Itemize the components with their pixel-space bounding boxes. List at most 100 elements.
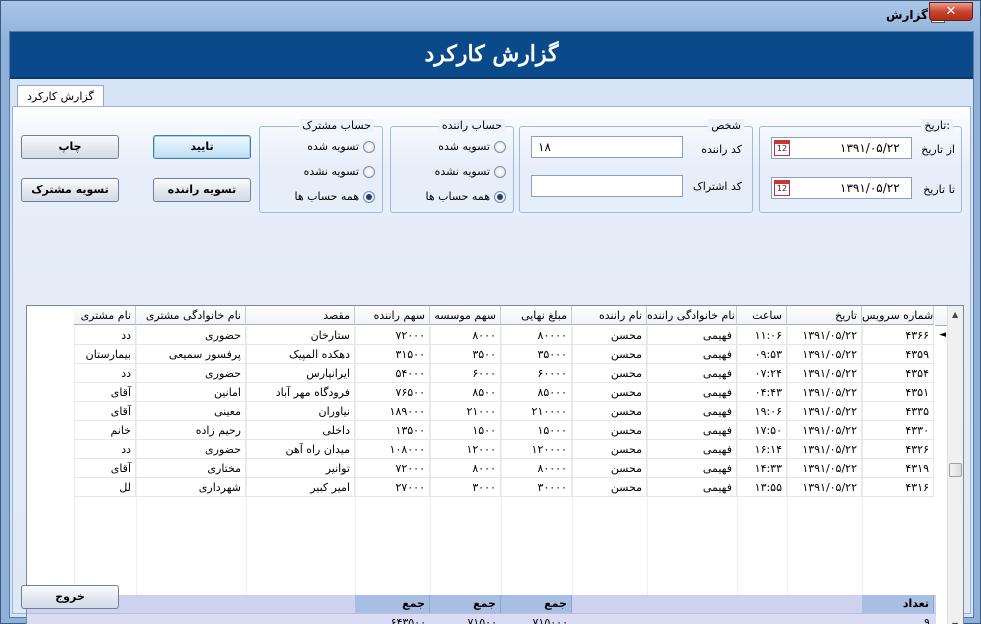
table-cell[interactable]: ۸۰۰۰	[430, 459, 501, 478]
settle-customer-button[interactable]: تسویه مشترک	[21, 178, 119, 202]
settle-driver-button[interactable]: تسویه راننده	[153, 178, 251, 202]
table-cell[interactable]: ۱۳۵۰۰	[355, 421, 430, 440]
table-cell[interactable]: ۵۴۰۰۰	[355, 364, 430, 383]
radio-circle[interactable]	[494, 190, 506, 203]
table-cell[interactable]: حضوری	[136, 326, 246, 345]
table-cell[interactable]: ستارخان	[246, 326, 355, 345]
table-cell[interactable]: دد	[74, 440, 136, 459]
table-cell[interactable]: فهیمی	[647, 383, 737, 402]
table-cell[interactable]: داخلی	[246, 421, 355, 440]
table-cell[interactable]: ۸۰۰۰	[430, 326, 501, 345]
table-cell[interactable]: ۴۳۶۶	[862, 326, 934, 345]
table-cell[interactable]: فرودگاه مهر آباد	[246, 383, 355, 402]
table-cell[interactable]: ۱۵۰۰۰	[501, 421, 572, 440]
table-cell[interactable]: توانیر	[246, 459, 355, 478]
table-cell[interactable]: ۸۵۰۰۰	[501, 383, 572, 402]
column-header[interactable]: تاریخ	[787, 306, 862, 325]
table-cell[interactable]: ۱۱:۰۶	[737, 326, 787, 345]
table-cell[interactable]: ۱۳:۵۵	[737, 478, 787, 497]
table-cell[interactable]: حضوری	[136, 440, 246, 459]
column-header[interactable]: نام خانوادگی مشتری	[136, 306, 246, 325]
table-cell[interactable]: آقای	[74, 402, 136, 421]
table-cell[interactable]: ۲۱۰۰۰۰	[501, 402, 572, 421]
table-cell[interactable]: شهرداری	[136, 478, 246, 497]
table-cell[interactable]: محسن	[572, 326, 647, 345]
table-cell[interactable]: نیاوران	[246, 402, 355, 421]
table-cell[interactable]: ۱۸۹۰۰۰	[355, 402, 430, 421]
table-cell[interactable]: ایرانپارس	[246, 364, 355, 383]
table-cell[interactable]: ۰۹:۵۳	[737, 345, 787, 364]
vertical-scrollbar[interactable]: ▲▼	[947, 306, 963, 624]
table-cell[interactable]: پرفسور سمیعی	[136, 345, 246, 364]
column-header[interactable]: نام مشتری	[74, 306, 136, 325]
table-cell[interactable]: ۱۳۹۱/۰۵/۲۲	[787, 364, 862, 383]
table-cell[interactable]: ۱۵۰۰	[430, 421, 501, 440]
table-cell[interactable]: دهکده المپیک	[246, 345, 355, 364]
table-cell[interactable]: ۱۳۹۱/۰۵/۲۲	[787, 326, 862, 345]
table-cell[interactable]: فهیمی	[647, 421, 737, 440]
table-cell[interactable]: ۱۰۸۰۰۰	[355, 440, 430, 459]
title-bar[interactable]: گزارش ✕	[1, 1, 980, 31]
column-header[interactable]: شماره سرویس	[862, 306, 934, 325]
table-cell[interactable]: ۴۳۵۱	[862, 383, 934, 402]
table-cell[interactable]: ۱۹:۰۶	[737, 402, 787, 421]
tab-work-report[interactable]: گزارش کارکرد	[17, 85, 104, 107]
table-cell[interactable]: ۴۳۵۹	[862, 345, 934, 364]
table-cell[interactable]: محسن	[572, 478, 647, 497]
table-cell[interactable]: ۴۳۱۹	[862, 459, 934, 478]
table-cell[interactable]: ۳۰۰۰۰	[501, 478, 572, 497]
table-cell[interactable]: ۴۳۳۵	[862, 402, 934, 421]
table-cell[interactable]: آقای	[74, 459, 136, 478]
column-header[interactable]: مقصد	[246, 306, 355, 325]
table-cell[interactable]: ۱۲۰۰۰۰	[501, 440, 572, 459]
table-cell[interactable]: ۸۰۰۰۰	[501, 459, 572, 478]
table-cell[interactable]: میدان راه آهن	[246, 440, 355, 459]
table-cell[interactable]: دد	[74, 326, 136, 345]
subscription-code-field[interactable]	[531, 175, 683, 197]
table-cell[interactable]: امانین	[136, 383, 246, 402]
radio-circle[interactable]	[494, 165, 506, 178]
table-cell[interactable]: لل	[74, 478, 136, 497]
table-cell[interactable]: ۳۵۰۰۰	[501, 345, 572, 364]
scroll-up-icon[interactable]: ▲	[952, 310, 958, 319]
table-cell[interactable]: ۱۳۹۱/۰۵/۲۲	[787, 345, 862, 364]
table-cell[interactable]: ۸۰۰۰۰	[501, 326, 572, 345]
table-cell[interactable]: ۲۱۰۰۰	[430, 402, 501, 421]
print-button[interactable]: چاپ	[21, 135, 119, 159]
table-cell[interactable]: ۳۱۵۰۰	[355, 345, 430, 364]
table-cell[interactable]: محسن	[572, 402, 647, 421]
exit-button[interactable]: خروج	[21, 585, 119, 609]
column-header[interactable]: ساعت	[737, 306, 787, 325]
table-cell[interactable]: محسن	[572, 364, 647, 383]
table-cell[interactable]: ۳۵۰۰	[430, 345, 501, 364]
table-cell[interactable]: دد	[74, 364, 136, 383]
table-cell[interactable]: ۷۶۵۰۰	[355, 383, 430, 402]
table-cell[interactable]: فهیمی	[647, 364, 737, 383]
table-cell[interactable]: ۸۵۰۰	[430, 383, 501, 402]
table-cell[interactable]: آقای	[74, 383, 136, 402]
table-cell[interactable]: رحیم زاده	[136, 421, 246, 440]
table-cell[interactable]: ۶۰۰۰	[430, 364, 501, 383]
table-cell[interactable]: فهیمی	[647, 478, 737, 497]
radio-circle[interactable]	[363, 190, 375, 203]
table-cell[interactable]: محسن	[572, 383, 647, 402]
table-cell[interactable]: ۱۳۹۱/۰۵/۲۲	[787, 383, 862, 402]
column-header[interactable]: نام خانوادگی راننده	[647, 306, 737, 325]
from-date-calendar-icon[interactable]: 12	[774, 140, 790, 156]
table-cell[interactable]: ۱۳۹۱/۰۵/۲۲	[787, 459, 862, 478]
table-cell[interactable]: ۴۳۵۴	[862, 364, 934, 383]
column-header[interactable]: سهم راننده	[355, 306, 430, 325]
report-grid[interactable]: شماره سرویس ۴۳۶۶ ۴۳۵۹ ۴۳۵۴ ۴۳۵۱ ۴۳۳۵ ۴۳۳۰ ۴۳۲۶ ۴…	[26, 305, 964, 624]
table-cell[interactable]: فهیمی	[647, 326, 737, 345]
from-date-field[interactable]: ۱۳۹۱/۰۵/۲۲	[771, 137, 912, 159]
table-cell[interactable]: ۲۷۰۰۰	[355, 478, 430, 497]
customer-all-accounts-radio[interactable]: همه حساب ها	[294, 190, 375, 203]
table-cell[interactable]: ۱۳۹۱/۰۵/۲۲	[787, 421, 862, 440]
to-date-calendar-icon[interactable]: 12	[774, 180, 790, 196]
customer-unsettled-radio[interactable]: تسویه نشده	[304, 165, 375, 178]
customer-settled-radio[interactable]: تسویه شده	[307, 140, 375, 153]
column-header[interactable]: نام راننده	[572, 306, 647, 325]
table-cell[interactable]: ۱۶:۱۴	[737, 440, 787, 459]
table-cell[interactable]: ۰۴:۴۳	[737, 383, 787, 402]
table-cell[interactable]: حضوری	[136, 364, 246, 383]
